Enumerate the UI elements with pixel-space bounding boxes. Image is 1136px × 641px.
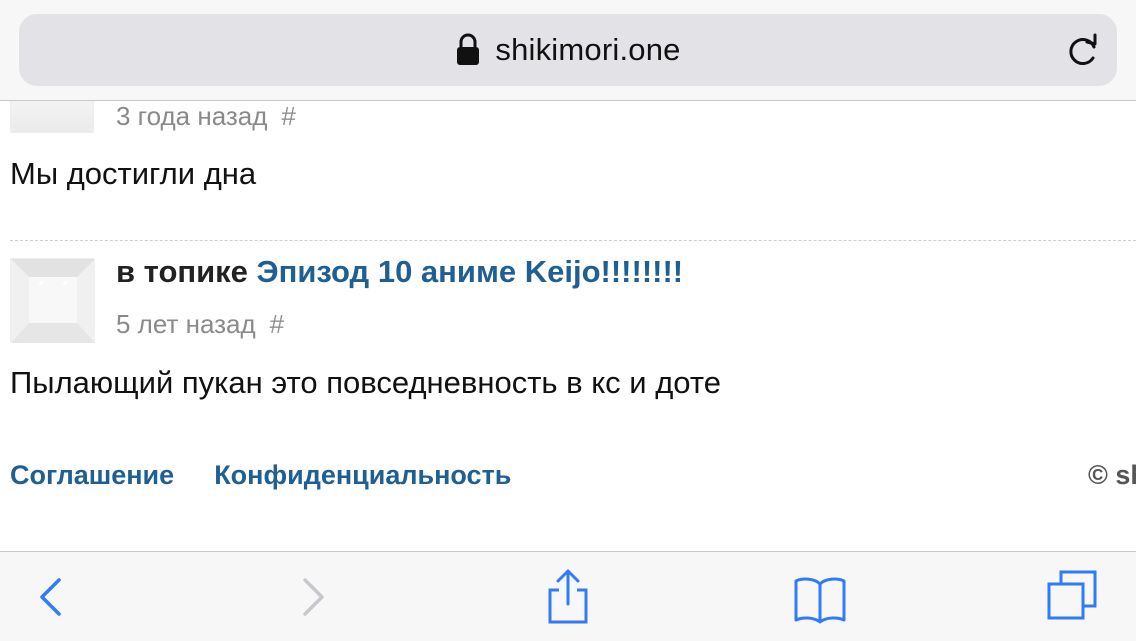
- lock-icon: [455, 33, 481, 67]
- share-icon[interactable]: [540, 568, 596, 624]
- comment-text: Мы достигли дна: [10, 156, 257, 191]
- agreement-link[interactable]: Соглашение: [10, 460, 174, 490]
- footer-links: Соглашение Конфиденциальность: [10, 460, 551, 491]
- comment-meta: 3 года назад #: [116, 101, 296, 132]
- back-icon[interactable]: [24, 568, 80, 624]
- topic-prefix: в топике: [116, 254, 248, 289]
- topic-link[interactable]: Эпизод 10 аниме Keijo!!!!!!!!: [257, 254, 684, 289]
- bookmarks-icon[interactable]: [792, 568, 848, 624]
- forward-icon[interactable]: [284, 568, 340, 624]
- page-content: 3 года назад # Мы достигли дна в топике Э…: [0, 101, 1136, 551]
- permalink-hash[interactable]: #: [281, 101, 295, 131]
- avatar-room-image: [11, 259, 95, 343]
- avatar[interactable]: [10, 258, 95, 343]
- url-text: shikimori.one: [495, 32, 681, 67]
- comment-text: Пылающий пукан это повседневность в кс и…: [10, 365, 721, 400]
- browser-top-bar: shikimori.one: [0, 0, 1136, 101]
- browser-toolbar: [0, 551, 1136, 641]
- address-content: shikimori.one: [19, 14, 1117, 86]
- permalink-hash[interactable]: #: [270, 309, 284, 339]
- avatar[interactable]: [10, 101, 94, 133]
- reload-icon[interactable]: [1063, 30, 1103, 70]
- comment-time[interactable]: 3 года назад: [116, 101, 267, 131]
- address-bar[interactable]: shikimori.one: [19, 14, 1117, 86]
- comment-time[interactable]: 5 лет назад: [116, 309, 256, 339]
- tabs-icon[interactable]: [1044, 568, 1100, 624]
- comment-meta: 5 лет назад #: [116, 309, 284, 340]
- topic-line: в топике Эпизод 10 аниме Keijo!!!!!!!!: [116, 254, 683, 290]
- privacy-link[interactable]: Конфиденциальность: [214, 460, 511, 490]
- comment-divider: [10, 240, 1136, 241]
- copyright: © sh: [1088, 460, 1136, 490]
